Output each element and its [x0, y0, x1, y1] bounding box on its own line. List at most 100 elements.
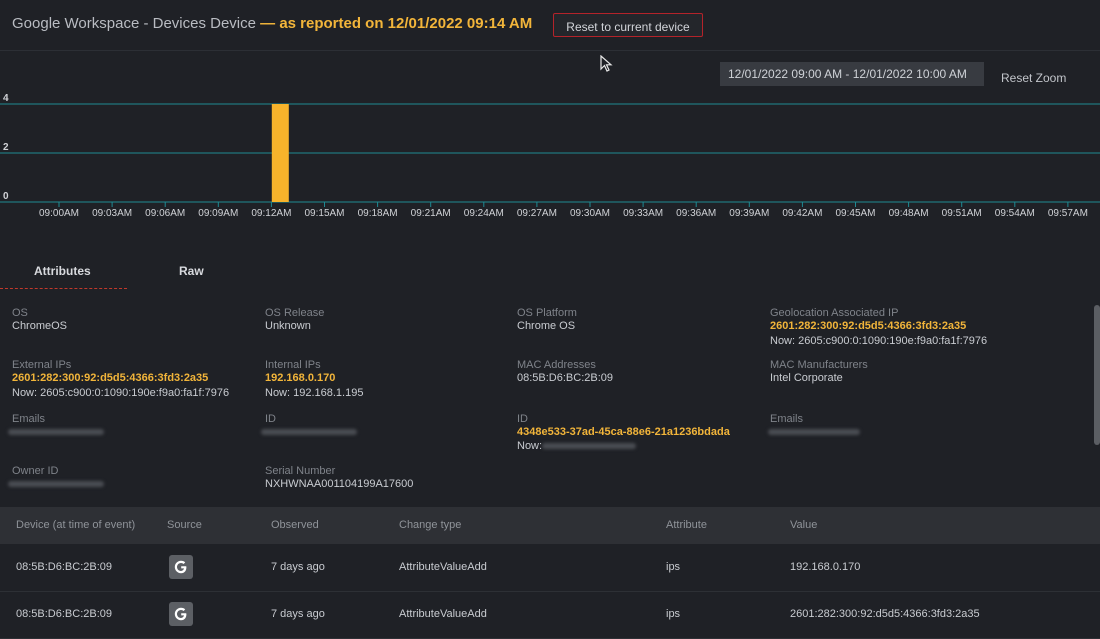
attr-id-2: ID 4348e533-37ad-45ca-88e6-21a1236bdada … — [517, 413, 730, 453]
attr-now-value: Now: 2605:c900:0:1090:190e:f9a0:fa1f:797… — [12, 387, 230, 399]
x-tick-label: 09:42AM — [782, 208, 822, 219]
attr-label: MAC Manufacturers — [770, 359, 868, 371]
x-tick-label: 09:39AM — [729, 208, 769, 219]
attr-label: External IPs — [12, 359, 72, 371]
x-tick-label: 09:21AM — [411, 208, 451, 219]
attr-os-platform: OS Platform Chrome OS — [517, 307, 577, 333]
column-header-change-type[interactable]: Change type — [399, 519, 461, 531]
attr-value: Unknown — [265, 320, 311, 332]
attr-mac-manufacturers: MAC Manufacturers Intel Corporate — [770, 359, 868, 385]
reported-on-label: — as reported on 12/01/2022 09:14 AM — [260, 15, 533, 32]
attr-value: ChromeOS — [12, 320, 68, 332]
x-tick-label: 09:06AM — [145, 208, 185, 219]
reset-to-current-device-button[interactable]: Reset to current device — [553, 13, 703, 37]
column-header-observed[interactable]: Observed — [271, 519, 319, 531]
attr-label: MAC Addresses — [517, 359, 596, 371]
active-tab-indicator — [0, 288, 127, 289]
attr-label: Serial Number — [265, 465, 336, 477]
table-row[interactable]: 08:5B:D6:BC:2B:09 7 days ago AttributeVa… — [0, 545, 1100, 592]
attr-value: 2601:282:300:92:d5d5:4366:3fd3:2a35 — [770, 320, 967, 332]
attr-emails: Emails — [8, 413, 104, 439]
x-tick-label: 09:12AM — [251, 208, 291, 219]
attr-value: 2601:282:300:92:d5d5:4366:3fd3:2a35 — [12, 372, 209, 384]
attr-value: 192.168.0.170 — [265, 372, 336, 384]
activity-chart[interactable]: 0 2 4 09:00AM 09:03AM 09:06AM 09:09AM 09:12AM 09… — [0, 90, 1100, 230]
attr-label: ID — [265, 413, 276, 425]
changes-table-header: Device (at time of event) Source Observe… — [0, 507, 1100, 544]
x-tick-label: 09:51AM — [942, 208, 982, 219]
redacted-value — [261, 429, 357, 436]
attr-label: OS — [12, 307, 28, 319]
x-tick-label: 09:00AM — [39, 208, 79, 219]
attr-now-value: Now: 192.168.1.195 — [265, 387, 364, 399]
attr-label: Geolocation Associated IP — [770, 307, 899, 319]
attr-value: Intel Corporate — [770, 372, 843, 384]
page-title: Google Workspace - Devices Device — as r… — [12, 15, 532, 32]
attr-os-release: OS Release Unknown — [265, 307, 324, 333]
cell-device: 08:5B:D6:BC:2B:09 — [16, 608, 113, 620]
detail-tabs: Attributes Raw — [0, 258, 1100, 292]
x-tick-label: 09:54AM — [995, 208, 1035, 219]
x-tick-label: 09:36AM — [676, 208, 716, 219]
x-tick-label: 09:18AM — [358, 208, 398, 219]
cell-observed: 7 days ago — [271, 608, 325, 620]
x-tick-label: 09:57AM — [1048, 208, 1088, 219]
y-tick-label: 4 — [3, 93, 9, 104]
attr-internal-ips: Internal IPs 192.168.0.170 Now: 192.168.… — [265, 359, 363, 400]
x-tick-label: 09:03AM — [92, 208, 132, 219]
tab-attributes[interactable]: Attributes — [34, 264, 91, 278]
table-row[interactable]: 08:5B:D6:BC:2B:09 7 days ago AttributeVa… — [0, 592, 1100, 639]
attr-geolocation-ip: Geolocation Associated IP 2601:282:300:9… — [770, 307, 987, 348]
attr-owner-id: Owner ID — [8, 465, 104, 491]
attr-label: OS Platform — [517, 307, 577, 319]
attr-os: OS ChromeOS — [12, 307, 67, 333]
attr-now-value: Now: 2605:c900:0:1090:190e:f9a0:fa1f:797… — [770, 335, 988, 347]
cell-attribute: ips — [666, 608, 681, 620]
attr-now-value: Now: — [517, 440, 543, 452]
x-tick-label: 09:24AM — [464, 208, 504, 219]
attr-label: Emails — [12, 413, 46, 425]
x-tick-label: 09:09AM — [198, 208, 238, 219]
attr-value: 4348e533-37ad-45ca-88e6-21a1236bdada — [517, 426, 730, 438]
attr-value: Chrome OS — [517, 320, 576, 332]
mouse-pointer-icon — [600, 55, 613, 72]
google-icon — [169, 555, 193, 579]
vertical-scrollbar[interactable] — [1094, 305, 1100, 445]
redacted-value — [8, 429, 104, 436]
cell-device: 08:5B:D6:BC:2B:09 — [16, 561, 113, 573]
chart-bar — [271, 104, 289, 202]
x-tick-label: 09:30AM — [570, 208, 610, 219]
redacted-value — [768, 429, 860, 436]
column-header-attribute[interactable]: Attribute — [666, 519, 707, 531]
column-header-device[interactable]: Device (at time of event) — [16, 519, 135, 531]
x-tick-label: 09:27AM — [517, 208, 557, 219]
y-tick-label: 0 — [3, 191, 9, 202]
attr-label: ID — [517, 413, 528, 425]
redacted-value — [542, 443, 637, 450]
y-tick-label: 2 — [3, 142, 9, 153]
reset-zoom-button[interactable]: Reset Zoom — [1001, 71, 1066, 85]
cell-value: 192.168.0.170 — [790, 561, 861, 573]
x-tick-label: 09:33AM — [623, 208, 663, 219]
date-range-picker[interactable]: 12/01/2022 09:00 AM - 12/01/2022 10:00 A… — [720, 62, 984, 86]
column-header-source[interactable]: Source — [167, 519, 202, 531]
tab-raw[interactable]: Raw — [179, 264, 204, 278]
attr-value: 08:5B:D6:BC:2B:09 — [517, 372, 614, 384]
redacted-value — [8, 481, 104, 488]
attr-id: ID — [261, 413, 357, 439]
attr-label: Internal IPs — [265, 359, 321, 371]
attr-label: Owner ID — [12, 465, 59, 477]
x-tick-label: 09:48AM — [889, 208, 929, 219]
x-tick-label: 09:15AM — [304, 208, 344, 219]
attr-external-ips: External IPs 2601:282:300:92:d5d5:4366:3… — [12, 359, 229, 400]
attr-mac-addresses: MAC Addresses 08:5B:D6:BC:2B:09 — [517, 359, 613, 385]
attr-label: Emails — [770, 413, 804, 425]
page-title-text: Google Workspace - Devices Device — [12, 15, 256, 32]
column-header-value[interactable]: Value — [790, 519, 817, 531]
cell-value: 2601:282:300:92:d5d5:4366:3fd3:2a35 — [790, 608, 980, 620]
x-tick-label: 09:45AM — [835, 208, 875, 219]
google-icon — [169, 602, 193, 626]
attr-value: NXHWNAA001104199A17600 — [265, 478, 414, 490]
attr-label: OS Release — [265, 307, 325, 319]
cell-attribute: ips — [666, 561, 681, 573]
